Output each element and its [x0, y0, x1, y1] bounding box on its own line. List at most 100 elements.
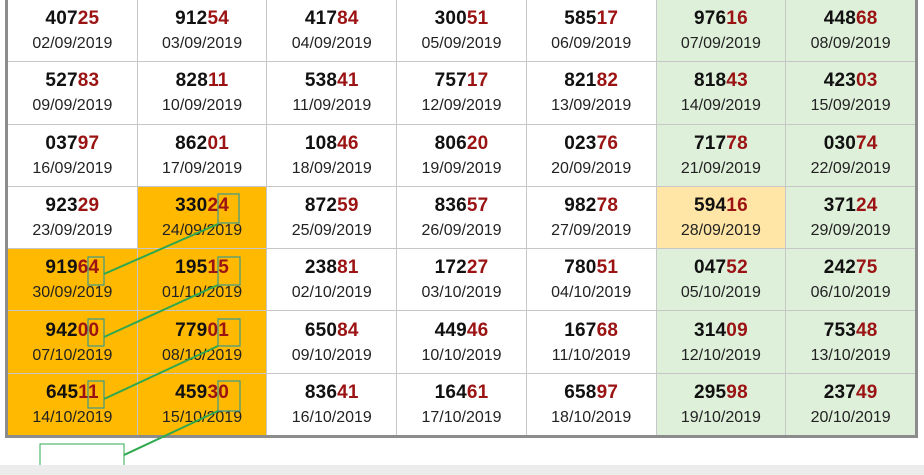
- result-number-lead: 237: [823, 381, 857, 403]
- result-number-tail: 09: [726, 319, 748, 341]
- result-number: 31409: [694, 319, 748, 342]
- result-number-lead: 423: [823, 70, 857, 92]
- result-number-lead: 923: [45, 194, 78, 216]
- result-date: 08/10/2019: [162, 346, 243, 364]
- result-number-tail: 25: [77, 8, 100, 30]
- result-cell: 77901 08/10/2019: [137, 311, 267, 373]
- result-date: 03/10/2019: [421, 284, 502, 302]
- result-number: 44946: [435, 319, 489, 342]
- result-number: 45930: [175, 381, 229, 404]
- result-cell: 81843 14/09/2019: [656, 62, 786, 124]
- result-number-lead: 030: [823, 132, 857, 154]
- result-cell: 31409 12/10/2019: [656, 311, 786, 373]
- result-cell: 86201 17/09/2019: [137, 124, 267, 186]
- result-number: 97616: [694, 7, 748, 30]
- result-number-lead: 912: [175, 8, 208, 30]
- result-number-tail: 98: [726, 381, 748, 403]
- result-date: 01/10/2019: [162, 284, 243, 302]
- result-number-lead: 779: [175, 319, 208, 341]
- result-date: 18/09/2019: [291, 159, 372, 177]
- result-number-lead: 862: [175, 132, 208, 154]
- result-cell: 92329 23/09/2019: [8, 186, 137, 249]
- result-date: 05/09/2019: [421, 35, 502, 53]
- result-cell: 91254 03/09/2019: [137, 0, 267, 62]
- result-cell: 30051 05/09/2019: [397, 0, 526, 62]
- result-number-tail: 68: [856, 8, 878, 30]
- result-number-tail: 30: [207, 381, 229, 403]
- result-number-tail: 51: [596, 257, 619, 279]
- result-number-lead: 753: [823, 319, 857, 341]
- result-number-lead: 594: [693, 194, 727, 216]
- result-number-tail: 81: [337, 257, 359, 279]
- bottom-strip: [0, 465, 924, 475]
- result-number: 75717: [435, 69, 489, 92]
- result-number-lead: 585: [564, 8, 597, 30]
- result-number-lead: 242: [823, 257, 857, 279]
- result-cell: 53841 11/09/2019: [267, 62, 397, 124]
- result-cell: 71778 21/09/2019: [656, 124, 786, 186]
- result-number: 98278: [564, 194, 618, 217]
- result-number-lead: 314: [693, 319, 727, 341]
- result-date: 11/10/2019: [551, 346, 631, 364]
- result-date: 19/09/2019: [421, 159, 502, 177]
- result-cell: 91964 30/09/2019: [8, 249, 137, 311]
- result-cell: 65084 09/10/2019: [267, 311, 397, 373]
- result-date: 20/10/2019: [810, 408, 891, 426]
- result-number: 65084: [305, 319, 359, 342]
- result-number-lead: 658: [564, 381, 597, 403]
- result-cell: 59416 28/09/2019: [656, 186, 786, 249]
- result-number: 75348: [824, 319, 878, 342]
- result-number: 16768: [564, 319, 618, 342]
- result-date: 27/09/2019: [551, 221, 632, 239]
- result-number-lead: 448: [823, 8, 857, 30]
- result-number-lead: 872: [304, 194, 338, 216]
- result-cell: 33024 24/09/2019: [137, 186, 267, 249]
- result-number-lead: 371: [823, 194, 857, 216]
- result-number-lead: 164: [434, 381, 467, 403]
- result-number: 37124: [824, 194, 878, 217]
- result-number-lead: 645: [45, 381, 79, 403]
- result-number-lead: 295: [693, 381, 727, 403]
- result-cell: 75348 13/10/2019: [786, 311, 915, 373]
- result-number: 86201: [175, 132, 229, 155]
- result-number-tail: 83: [77, 70, 100, 92]
- result-date: 17/09/2019: [162, 159, 243, 177]
- result-number-tail: 15: [207, 257, 229, 279]
- result-date: 12/09/2019: [421, 97, 502, 115]
- result-cell: 04752 05/10/2019: [656, 249, 786, 311]
- result-number-lead: 449: [434, 319, 467, 341]
- result-date: 10/10/2019: [421, 346, 502, 364]
- result-number-lead: 828: [175, 70, 208, 92]
- result-number-tail: 01: [207, 132, 229, 154]
- result-number: 59416: [694, 194, 748, 217]
- result-cell: 03074 22/09/2019: [786, 124, 915, 186]
- result-date: 05/10/2019: [680, 284, 761, 302]
- result-date: 18/10/2019: [551, 408, 632, 426]
- result-number: 83657: [435, 194, 489, 217]
- result-number: 03074: [824, 132, 878, 155]
- result-cell: 65897 18/10/2019: [526, 373, 656, 435]
- result-number-tail: 84: [337, 319, 359, 341]
- result-number-tail: 43: [726, 70, 748, 92]
- result-date: 21/09/2019: [680, 159, 761, 177]
- result-date: 19/10/2019: [680, 408, 761, 426]
- result-number: 81843: [694, 69, 748, 92]
- result-number-tail: 41: [337, 381, 359, 403]
- result-date: 14/09/2019: [680, 97, 761, 115]
- result-number-lead: 407: [45, 8, 78, 30]
- result-number-tail: 16: [726, 8, 748, 30]
- result-number-lead: 172: [434, 257, 467, 279]
- result-number-tail: 74: [856, 132, 878, 154]
- result-cell: 41784 04/09/2019: [267, 0, 397, 62]
- result-number-tail: 54: [207, 8, 229, 30]
- result-cell: 29598 19/10/2019: [656, 373, 786, 435]
- result-cell: 82182 13/09/2019: [526, 62, 656, 124]
- result-number: 16461: [435, 381, 489, 404]
- result-date: 30/09/2019: [32, 284, 113, 302]
- result-date: 04/09/2019: [291, 35, 372, 53]
- result-number-tail: 03: [856, 70, 878, 92]
- result-number-tail: 17: [466, 70, 489, 92]
- result-number-tail: 97: [596, 381, 619, 403]
- result-date: 12/10/2019: [680, 346, 761, 364]
- result-date: 28/09/2019: [680, 221, 761, 239]
